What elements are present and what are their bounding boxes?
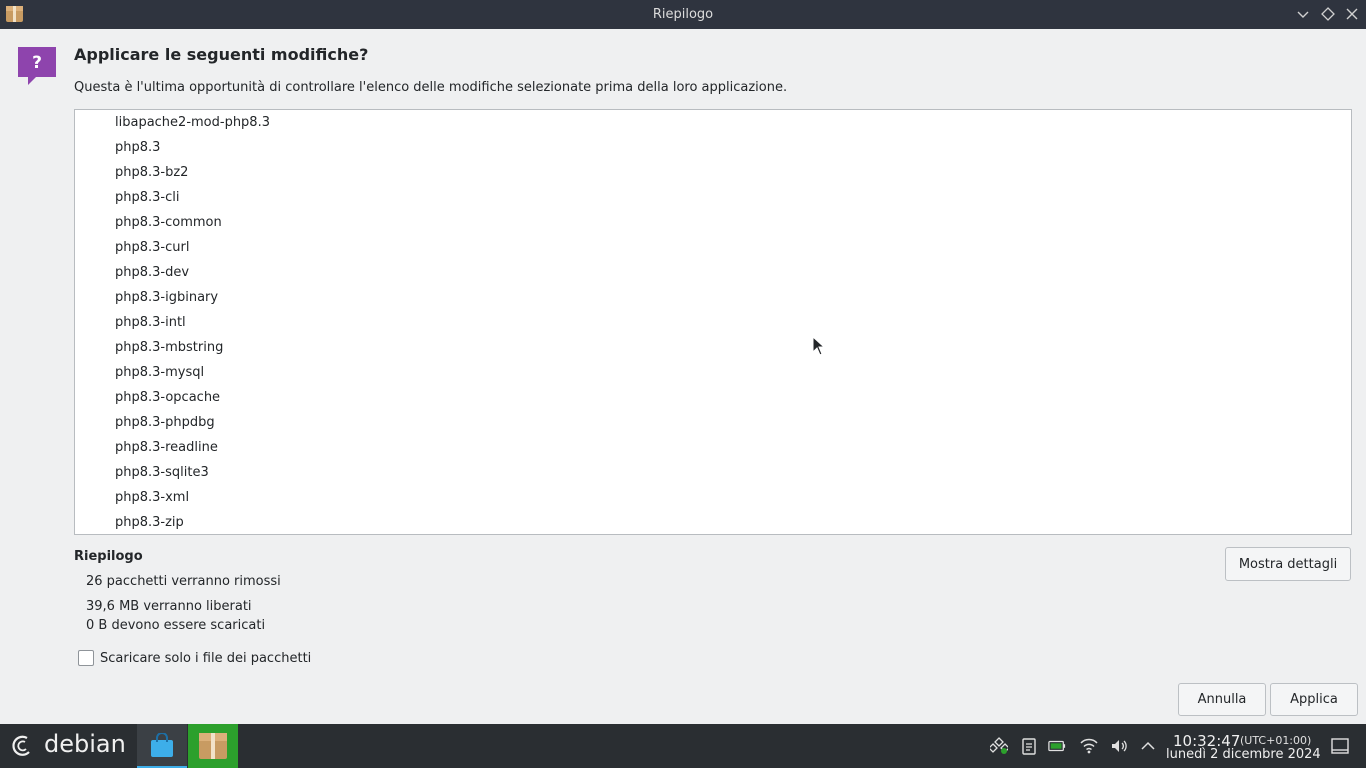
- list-item[interactable]: php8.3-mysql: [115, 360, 204, 385]
- summary-title: Riepilogo: [74, 549, 143, 564]
- list-item[interactable]: php8.3-igbinary: [115, 285, 218, 310]
- list-item[interactable]: php8.3-zip: [115, 510, 184, 534]
- download-only-checkbox[interactable]: [78, 650, 94, 666]
- list-item[interactable]: php8.3-intl: [115, 310, 186, 335]
- list-item[interactable]: php8.3-bz2: [115, 160, 188, 185]
- close-icon: [1346, 8, 1358, 20]
- package-icon: [199, 733, 227, 759]
- list-item[interactable]: php8.3-dev: [115, 260, 189, 285]
- taskbar: debian 10:32:47 (UTC+01:00) lunedì 2 dic…: [0, 724, 1366, 768]
- cancel-button[interactable]: Annulla: [1178, 683, 1266, 716]
- download-only-option[interactable]: Scaricare solo i file dei pacchetti: [78, 650, 311, 666]
- mouse-cursor-icon: [812, 336, 826, 356]
- list-item[interactable]: php8.3-curl: [115, 235, 189, 260]
- download-only-label: Scaricare solo i file dei pacchetti: [100, 650, 312, 666]
- list-item[interactable]: php8.3: [115, 135, 160, 160]
- task-package-manager[interactable]: [188, 724, 238, 768]
- list-item[interactable]: php8.3-readline: [115, 435, 218, 460]
- clock-timezone[interactable]: (UTC+01:00): [1240, 734, 1311, 747]
- question-icon: ?: [18, 47, 56, 85]
- launcher-label[interactable]: debian: [44, 730, 126, 758]
- dialog-description: Questa è l'ultima opportunità di control…: [74, 80, 788, 95]
- debian-logo-icon[interactable]: [10, 733, 36, 759]
- list-item[interactable]: php8.3-common: [115, 210, 222, 235]
- volume-icon[interactable]: [1110, 737, 1128, 755]
- list-item[interactable]: libapache2-mod-php8.3: [115, 110, 270, 135]
- shopping-bag-icon: [151, 733, 173, 757]
- chevron-up-icon[interactable]: [1139, 737, 1157, 755]
- window-title: Riepilogo: [652, 7, 714, 22]
- wifi-icon[interactable]: [1080, 737, 1098, 755]
- apply-button[interactable]: Applica: [1270, 683, 1358, 716]
- clipboard-icon[interactable]: [1020, 737, 1038, 755]
- summary-removed: 26 pacchetti verranno rimossi: [86, 574, 281, 589]
- list-item[interactable]: php8.3-cli: [115, 185, 179, 210]
- dialog-heading: Applicare le seguenti modifiche?: [74, 45, 369, 64]
- window-titlebar[interactable]: Riepilogo: [0, 0, 1366, 29]
- summary-freed: 39,6 MB verranno liberati: [86, 599, 252, 614]
- list-item[interactable]: php8.3-xml: [115, 485, 189, 510]
- chevron-down-icon: [1297, 11, 1309, 18]
- package-icon: [6, 6, 23, 22]
- clock-date[interactable]: lunedì 2 dicembre 2024: [1166, 747, 1321, 762]
- maximize-button[interactable]: [1320, 6, 1336, 22]
- battery-icon[interactable]: [1048, 737, 1066, 755]
- list-item[interactable]: php8.3-sqlite3: [115, 460, 209, 485]
- network-manager-icon[interactable]: [990, 737, 1008, 755]
- task-discover[interactable]: [137, 724, 187, 768]
- diamond-icon: [1321, 7, 1335, 21]
- minimize-button[interactable]: [1295, 6, 1311, 22]
- show-details-button[interactable]: Mostra dettagli: [1225, 547, 1351, 581]
- list-item[interactable]: php8.3-opcache: [115, 385, 220, 410]
- show-desktop-icon[interactable]: [1331, 737, 1349, 755]
- package-list[interactable]: libapache2-mod-php8.3 php8.3 php8.3-bz2 …: [74, 109, 1352, 535]
- list-item[interactable]: php8.3-phpdbg: [115, 410, 215, 435]
- summary-download: 0 B devono essere scaricati: [86, 618, 266, 633]
- list-item[interactable]: php8.3-mbstring: [115, 335, 223, 360]
- svg-text:?: ?: [32, 53, 42, 73]
- close-button[interactable]: [1344, 6, 1360, 22]
